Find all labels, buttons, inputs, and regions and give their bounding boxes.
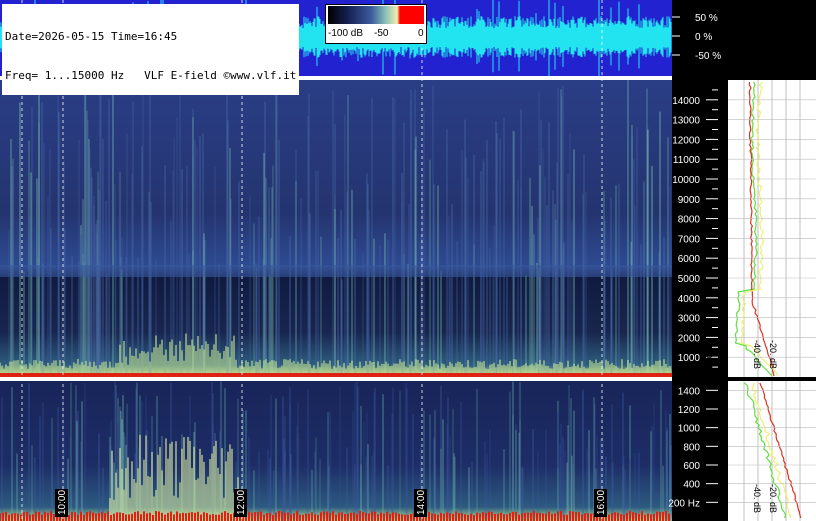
waveform-tick-label: -50 % [695,51,721,62]
frequency-tick-label: 7000 [678,234,701,245]
profile-db-label: -20. dB [768,484,778,513]
frequency-low-tick-label: 1000 [678,424,701,435]
svg-text:16:00: 16:00 [596,490,607,515]
frequency-low-tick-label: 1400 [678,386,701,397]
frequency-low-tick-label: 200 Hz [668,498,700,509]
frequency-tick-label: 11000 [673,155,701,166]
frequency-tick-label: 2000 [678,333,701,344]
frequency-tick-label: 4000 [678,294,701,305]
info-date-time: Date=2026-05-15 Time=16:45 [5,30,178,43]
spectrogram-low-panel [0,381,672,521]
frequency-tick-label: 12000 [672,135,700,146]
profile-db-label: -100. dB [704,484,714,518]
right-axis-area: 14000 13000 12000 11000 10000 9000 8000 7000 600… [668,0,816,521]
scale-label-mid: -50 [374,28,389,39]
spectrogram-horizontal-band [0,265,672,277]
profile-db-label: -40. dB [752,340,762,369]
frequency-tick-label: 13000 [672,116,700,127]
frequency-tick-label: 6000 [678,254,701,265]
info-frequency: Freq= 1...15000 Hz VLF E-field ©www.vlf.… [5,69,297,82]
color-scale: -100 dB -50 0 [325,4,427,44]
color-scale-bar [328,6,424,24]
frequency-tick-label: 3000 [678,314,701,325]
profile-db-label: -100. dB [704,340,714,374]
svg-text:10:00: 10:00 [57,490,68,515]
spectrogram-full-floor [0,373,672,377]
frequency-low-tick-label: 1200 [678,405,701,416]
frequency-tick-label: 10000 [672,175,700,186]
frequency-low-tick-label: 600 [683,461,700,472]
scale-label-max: 0 [418,28,424,39]
frequency-tick-label: 14000 [672,96,700,107]
time-tick-label: 14:00 [414,489,427,517]
frequency-tick-label: 8000 [678,215,701,226]
frequency-low-tick-label: 400 [683,480,700,491]
time-tick-label: 10:00 [55,489,68,517]
frequency-low-tick-label: 800 [683,442,700,453]
frequency-tick-label: 9000 [678,195,701,206]
spectrogram-divider [0,377,672,381]
svg-text:12:00: 12:00 [236,490,247,515]
waveform-tick-label: 0 % [695,32,712,43]
frequency-tick-label: 1000 [678,353,701,364]
svg-text:14:00: 14:00 [416,490,427,515]
frequency-tick-label: 5000 [678,274,701,285]
profile-db-label: -20. dB [768,340,778,369]
scale-label-min: -100 dB [328,28,364,39]
info-box: Date=2026-05-15 Time=16:45 Freq= 1...150… [2,4,300,95]
spectrogram-full-panel [0,80,672,381]
time-tick-label: 16:00 [594,489,607,517]
profile-db-label: -40. dB [752,484,762,513]
waveform-tick-label: 50 % [695,13,718,24]
time-tick-label: 12:00 [234,489,247,517]
